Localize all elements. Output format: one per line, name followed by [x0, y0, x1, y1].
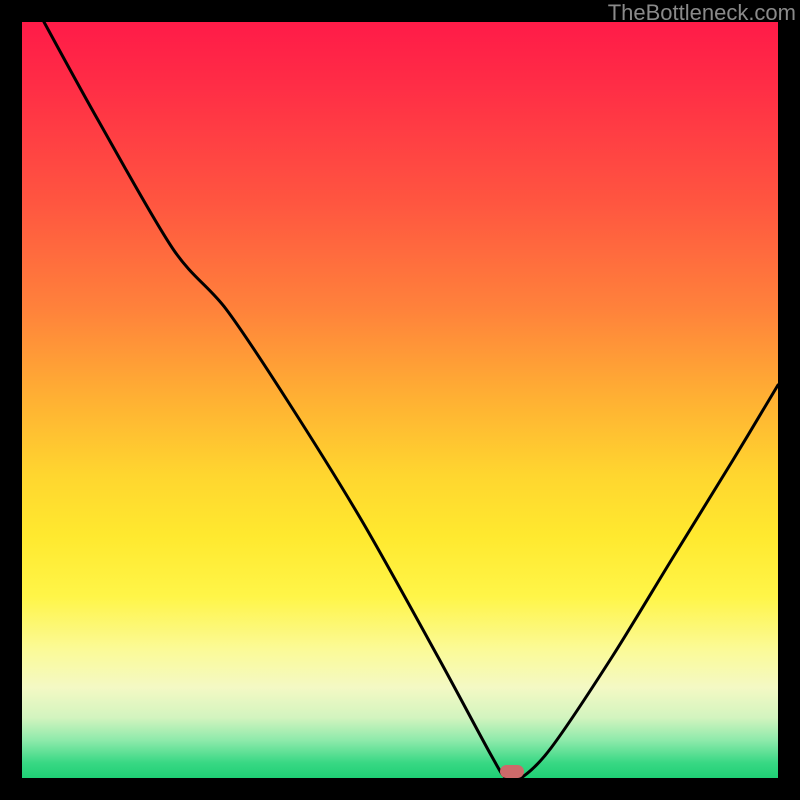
chart-frame: TheBottleneck.com: [0, 0, 800, 800]
bottleneck-curve: [22, 22, 778, 778]
plot-area: [22, 22, 778, 778]
optimal-point-marker: [500, 765, 524, 778]
watermark-text: TheBottleneck.com: [608, 0, 796, 26]
